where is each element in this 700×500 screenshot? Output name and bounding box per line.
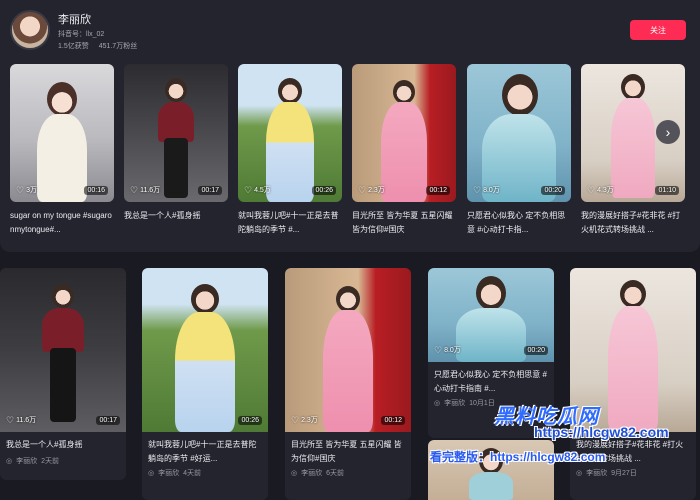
user-icon: ◎	[6, 458, 13, 465]
video-thumbnail[interactable]: ♡ 2.3万 00:12	[352, 64, 456, 202]
video-card[interactable]: ♡ 11.6万 00:17 我总是一个人#孤身摇	[124, 64, 228, 237]
like-count: 4.3万	[597, 187, 614, 194]
follow-button[interactable]: 关注	[630, 20, 686, 40]
video-card[interactable]: ♡ 4.5万 00:26 就叫我蓉儿吧#十一正是去普陀躺岛的季节 #...	[238, 64, 342, 237]
like-count: 11.6万	[140, 187, 161, 194]
post-time: 9月27日	[611, 470, 637, 477]
heart-icon: ♡	[244, 184, 253, 195]
video-title[interactable]: 我总是一个人#孤身摇	[0, 432, 126, 454]
watermark-link: 看完整版：https://hlcgw82.com	[430, 448, 605, 465]
duration-badge: 00:26	[312, 185, 336, 195]
watermark-prefix: 看完整版：	[430, 450, 491, 464]
like-count: 2.3万	[368, 187, 385, 194]
heart-icon: ♡	[358, 184, 367, 195]
video-title[interactable]: 只愿君心似我心 定不负相思意 #心动打卡指南 #...	[428, 362, 554, 396]
video-thumbnail[interactable]: ♡ 11.6万 00:17	[124, 64, 228, 202]
user-icon: ◎	[434, 400, 441, 407]
like-count: 11.6万	[16, 417, 37, 424]
duration-badge: 00:12	[381, 415, 405, 425]
like-count: 8.0万	[444, 347, 461, 354]
video-title[interactable]: 目光所至 皆为华夏 五星闪耀 皆为信仰#国庆	[352, 209, 456, 237]
watermark-link-url: https://hlcgw82.com	[490, 450, 606, 464]
like-count: 4.5万	[254, 187, 271, 194]
heart-icon: ♡	[434, 344, 443, 355]
video-title[interactable]: sugar on my tongue #sugaronmytongue#...	[10, 209, 114, 237]
video-meta: ◎ 李丽欣 9月27日	[570, 466, 696, 478]
video-meta: ◎ 李丽欣 6天前	[285, 466, 411, 478]
post-time: 2天前	[41, 458, 60, 465]
author-name[interactable]: 李丽欣	[158, 468, 179, 478]
heart-icon: ♡	[473, 184, 482, 195]
likes-count: 1.5亿获赞	[58, 43, 89, 50]
duration-badge: 00:17	[198, 185, 222, 195]
duration-badge: 00:16	[84, 185, 108, 195]
post-time: 10月1日	[469, 400, 495, 407]
user-icon: ◎	[576, 470, 583, 477]
duration-badge: 01:10	[655, 185, 679, 195]
followers-count: 451.7万粉丝	[98, 43, 138, 50]
video-meta: ◎ 李丽欣 4天前	[142, 466, 268, 478]
video-title[interactable]: 就叫我蓉儿吧#十一正是去普陀躺岛的季节 #...	[238, 209, 342, 237]
duration-badge: 00:26	[238, 415, 262, 425]
post-time: 6天前	[326, 470, 345, 477]
profile-panel: 李丽欣 抖音号：llx_02 1.5亿获赞 451.7万粉丝 关注 ♡ 3万 00…	[0, 0, 700, 252]
video-thumbnail[interactable]: ♡ 2.3万 00:12	[285, 268, 411, 432]
video-thumbnail[interactable]: ♡ 4.5万 00:26	[238, 64, 342, 202]
feed-card[interactable]: 00:26 就叫我蓉儿吧#十一正是去普陀躺岛的季节 #好运... ◎ 李丽欣 4…	[142, 268, 268, 500]
video-thumbnail[interactable]: ♡ 8.0万 00:20	[467, 64, 571, 202]
profile-name[interactable]: 李丽欣	[58, 11, 91, 27]
video-meta: ◎ 李丽欣 2天前	[0, 454, 126, 466]
video-thumbnail[interactable]: ♡ 3万 00:16	[10, 64, 114, 202]
heart-icon: ♡	[16, 184, 25, 195]
feed-card[interactable]: ♡ 11.6万 00:17 我总是一个人#孤身摇 ◎ 李丽欣 2天前	[0, 268, 126, 480]
author-name[interactable]: 李丽欣	[301, 468, 322, 478]
video-title[interactable]: 我总是一个人#孤身摇	[124, 209, 228, 237]
user-icon: ◎	[148, 470, 155, 477]
video-thumbnail[interactable]: ♡ 8.0万 00:20	[428, 268, 554, 362]
heart-icon: ♡	[130, 184, 139, 195]
author-name[interactable]: 李丽欣	[16, 456, 37, 466]
duration-badge: 00:17	[96, 415, 120, 425]
video-card[interactable]: ♡ 2.3万 00:12 目光所至 皆为华夏 五星闪耀 皆为信仰#国庆	[352, 64, 456, 237]
user-icon: ◎	[291, 470, 298, 477]
profile-stats: 1.5亿获赞 451.7万粉丝	[58, 41, 145, 51]
duration-badge: 00:20	[541, 185, 565, 195]
heart-icon: ♡	[6, 414, 15, 425]
duration-badge: 00:12	[426, 185, 450, 195]
video-title[interactable]: 就叫我蓉儿吧#十一正是去普陀躺岛的季节 #好运...	[142, 432, 268, 466]
like-count: 2.3万	[301, 417, 318, 424]
heart-icon: ♡	[587, 184, 596, 195]
video-title[interactable]: 我的漫展好搭子#花非花 #打火机花式转场挑战 ...	[581, 209, 685, 237]
heart-icon: ♡	[291, 414, 300, 425]
video-title[interactable]: 只愿君心似我心 定不负相思意 #心动打卡指...	[467, 209, 571, 237]
avatar[interactable]	[10, 10, 50, 50]
like-count: 8.0万	[483, 187, 500, 194]
video-thumbnail[interactable]: 00:26	[142, 268, 268, 432]
video-card[interactable]: ♡ 3万 00:16 sugar on my tongue #sugaronmyt…	[10, 64, 114, 237]
video-title[interactable]: 目光所至 皆为华夏 五星闪耀 皆为信仰#国庆	[285, 432, 411, 466]
feed-card[interactable]: 我的漫展好搭子#花非花 #打火机花式转场挑战 ... ◎ 李丽欣 9月27日	[570, 268, 696, 500]
post-time: 4天前	[183, 470, 202, 477]
profile-handle: 抖音号：llx_02	[58, 31, 105, 38]
author-name[interactable]: 李丽欣	[444, 398, 465, 408]
video-card[interactable]: ♡ 4.3万 01:10 我的漫展好搭子#花非花 #打火机花式转场挑战 ...	[581, 64, 685, 237]
video-card[interactable]: ♡ 8.0万 00:20 只愿君心似我心 定不负相思意 #心动打卡指...	[467, 64, 571, 237]
like-count: 3万	[26, 187, 37, 194]
chevron-right-icon[interactable]: ›	[656, 120, 680, 144]
duration-badge: 00:20	[524, 345, 548, 355]
author-name[interactable]: 李丽欣	[586, 468, 607, 478]
video-thumbnail[interactable]: ♡ 11.6万 00:17	[0, 268, 126, 432]
watermark-url: https://hlcgw82.com	[534, 424, 669, 440]
feed-card[interactable]: ♡ 2.3万 00:12 目光所至 皆为华夏 五星闪耀 皆为信仰#国庆 ◎ 李丽欣…	[285, 268, 411, 500]
